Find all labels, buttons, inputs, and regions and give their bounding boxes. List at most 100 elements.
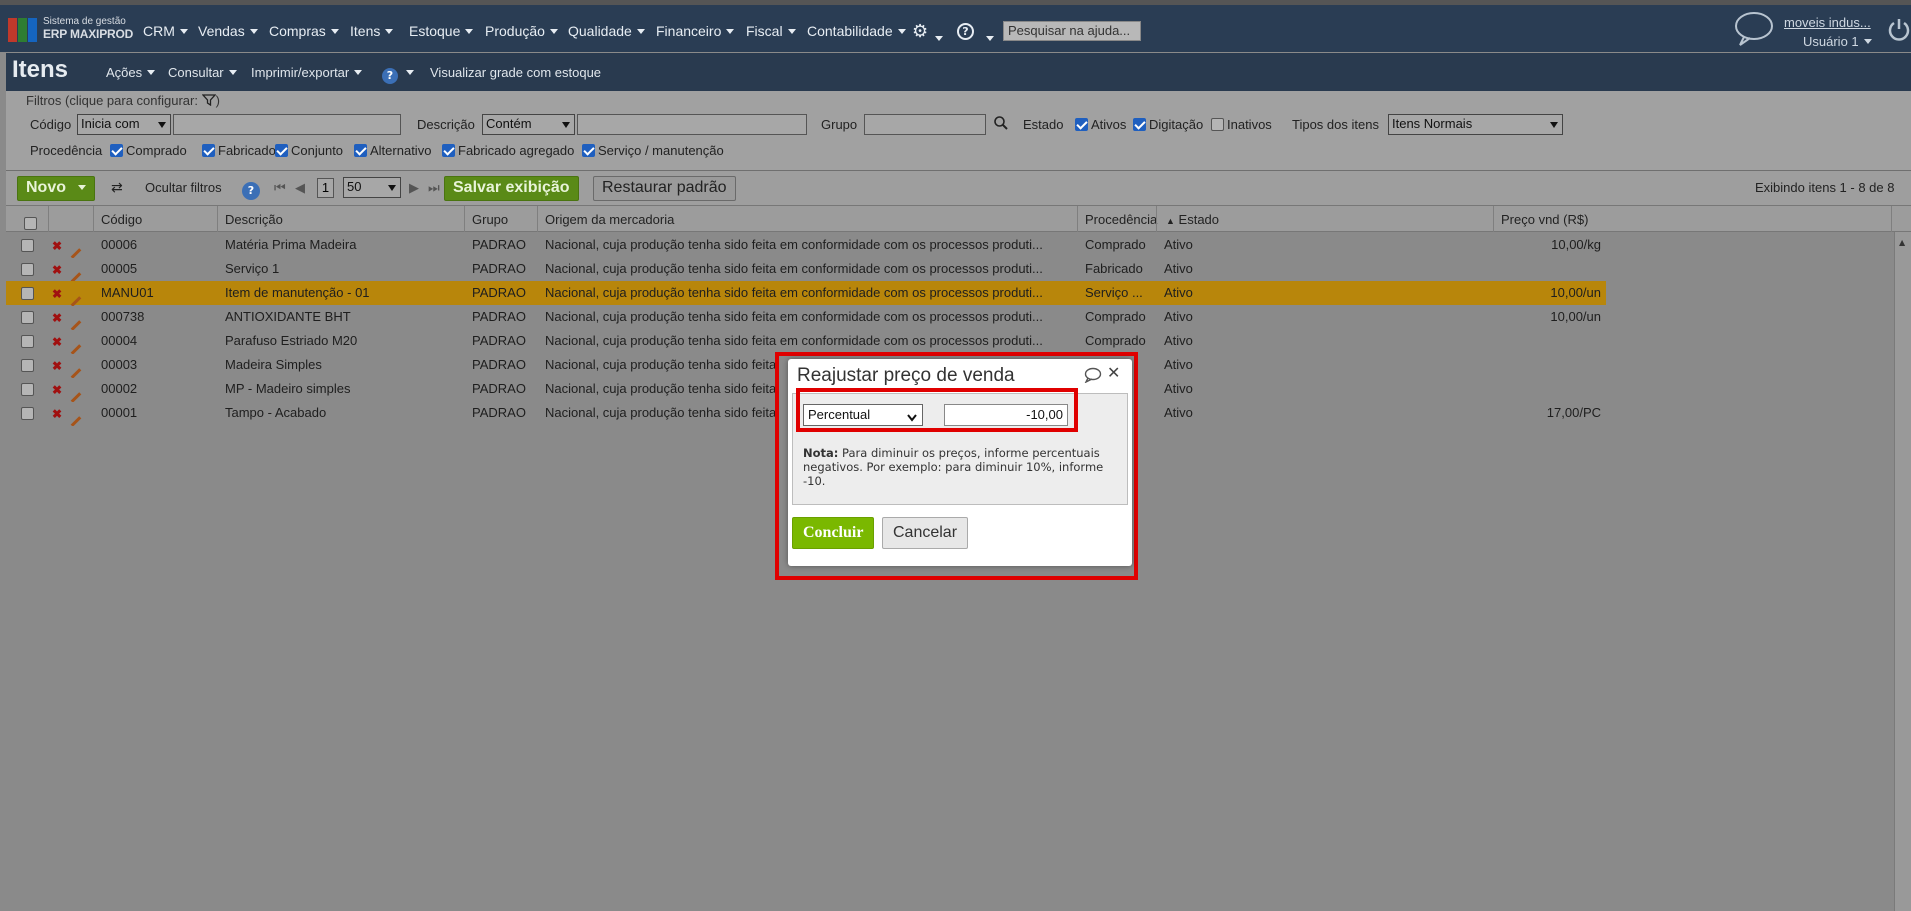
row-checkbox[interactable] bbox=[21, 334, 37, 349]
row-checkbox[interactable] bbox=[21, 382, 37, 397]
help-icon[interactable]: ? bbox=[382, 64, 398, 84]
delete-icon[interactable]: ✖ bbox=[52, 407, 62, 421]
proc-fabricado-checkbox[interactable]: Fabricado bbox=[202, 143, 276, 158]
save-view-button[interactable]: Salvar exibição bbox=[444, 176, 579, 201]
chevron-down-icon[interactable] bbox=[935, 28, 943, 47]
nav-compras[interactable]: Compras bbox=[269, 23, 339, 39]
page-size-select[interactable]: 50 bbox=[343, 177, 401, 198]
codigo-input[interactable] bbox=[173, 114, 401, 135]
nav-qualidade[interactable]: Qualidade bbox=[568, 23, 645, 39]
table-row[interactable]: ✖ 00006 Matéria Prima Madeira PADRAO Nac… bbox=[6, 233, 1606, 258]
nav-financeiro[interactable]: Financeiro bbox=[656, 23, 735, 39]
grupo-input[interactable] bbox=[864, 114, 986, 135]
nav-estoque[interactable]: Estoque bbox=[409, 23, 474, 39]
help-icon[interactable]: ? bbox=[957, 23, 974, 40]
first-page-icon[interactable]: ⏮ bbox=[274, 180, 286, 196]
proc-comprado-checkbox[interactable]: Comprado bbox=[110, 143, 187, 158]
new-button[interactable]: Novo bbox=[17, 176, 95, 201]
company-link[interactable]: moveis indus... bbox=[1784, 15, 1871, 30]
nav-crm[interactable]: CRM bbox=[143, 23, 188, 39]
gear-icon[interactable]: ⚙ bbox=[912, 21, 928, 42]
codigo-operator-select[interactable]: Inicia com bbox=[77, 114, 171, 135]
cell-origem: Nacional, cuja produção tenha sido feita bbox=[545, 381, 777, 396]
cancel-button[interactable]: Cancelar bbox=[882, 517, 969, 549]
header-procedencia[interactable]: Procedência bbox=[1085, 212, 1157, 227]
proc-conjunto-checkbox[interactable]: Conjunto bbox=[275, 143, 343, 158]
nav-itens[interactable]: Itens bbox=[350, 23, 394, 39]
select-all-checkbox[interactable] bbox=[24, 213, 40, 232]
table-row[interactable]: ✖ 00005 Serviço 1 PADRAO Nacional, cuja … bbox=[6, 257, 1606, 282]
table-row-selected[interactable]: ✖ MANU01 Item de manutenção - 01 PADRAO … bbox=[6, 281, 1606, 306]
last-page-icon[interactable]: ⏭ bbox=[428, 180, 440, 196]
comment-icon[interactable] bbox=[1084, 367, 1102, 387]
delete-icon[interactable]: ✖ bbox=[52, 287, 62, 301]
nav-fiscal[interactable]: Fiscal bbox=[746, 23, 796, 39]
nav-contabilidade[interactable]: Contabilidade bbox=[807, 23, 906, 39]
help-dropdown[interactable] bbox=[406, 65, 414, 80]
user-menu[interactable]: Usuário 1 bbox=[1803, 34, 1872, 49]
header-estado[interactable]: ▲ Estado bbox=[1166, 212, 1219, 227]
row-checkbox[interactable] bbox=[21, 310, 37, 325]
descricao-input[interactable] bbox=[577, 114, 807, 135]
row-checkbox[interactable] bbox=[21, 406, 37, 421]
hide-filters-button[interactable]: Ocultar filtros bbox=[145, 180, 222, 195]
row-checkbox[interactable] bbox=[21, 358, 37, 373]
edit-icon[interactable] bbox=[70, 315, 82, 330]
delete-icon[interactable]: ✖ bbox=[52, 359, 62, 373]
proc-servico-checkbox[interactable]: Serviço / manutenção bbox=[582, 143, 724, 158]
nav-vendas[interactable]: Vendas bbox=[198, 23, 258, 39]
proc-fabricado-agregado-checkbox[interactable]: Fabricado agregado bbox=[442, 143, 574, 158]
table-row[interactable]: ✖ 00004 Parafuso Estriado M20 PADRAO Nac… bbox=[6, 329, 1606, 354]
restore-default-button[interactable]: Restaurar padrão bbox=[593, 176, 736, 201]
edit-icon[interactable] bbox=[70, 267, 82, 282]
edit-icon[interactable] bbox=[70, 339, 82, 354]
edit-icon[interactable] bbox=[70, 291, 82, 306]
help-search-input[interactable]: Pesquisar na ajuda... bbox=[1003, 21, 1141, 41]
estado-digitacao-checkbox[interactable]: Digitação bbox=[1133, 117, 1203, 132]
power-icon[interactable] bbox=[1888, 17, 1910, 45]
filter-icon[interactable] bbox=[201, 93, 217, 108]
delete-icon[interactable]: ✖ bbox=[52, 311, 62, 325]
header-grupo[interactable]: Grupo bbox=[472, 212, 508, 227]
grid-stock-link[interactable]: Visualizar grade com estoque bbox=[430, 65, 601, 80]
header-preco[interactable]: Preço vnd (R$) bbox=[1501, 212, 1588, 227]
refresh-icon[interactable]: ⇄ bbox=[111, 180, 123, 196]
edit-icon[interactable] bbox=[70, 243, 82, 258]
close-icon[interactable]: ✕ bbox=[1107, 363, 1120, 382]
chevron-down-icon[interactable] bbox=[986, 28, 994, 47]
prev-page-icon[interactable]: ◀ bbox=[295, 180, 305, 196]
delete-icon[interactable]: ✖ bbox=[52, 239, 62, 253]
chat-icon[interactable] bbox=[1734, 11, 1774, 46]
print-export-menu[interactable]: Imprimir/exportar bbox=[251, 65, 363, 80]
header-origem[interactable]: Origem da mercadoria bbox=[545, 212, 674, 227]
page-input[interactable]: 1 bbox=[317, 178, 334, 198]
nav-producao[interactable]: Produção bbox=[485, 23, 558, 39]
delete-icon[interactable]: ✖ bbox=[52, 335, 62, 349]
delete-icon[interactable]: ✖ bbox=[52, 263, 62, 277]
search-icon[interactable] bbox=[993, 115, 1009, 135]
descricao-operator-select[interactable]: Contém bbox=[482, 114, 575, 135]
edit-icon[interactable] bbox=[70, 411, 82, 426]
filter-legend[interactable]: Filtros (clique para configurar: ) bbox=[26, 93, 220, 108]
header-descricao[interactable]: Descrição bbox=[225, 212, 283, 227]
next-page-icon[interactable]: ▶ bbox=[409, 180, 419, 196]
help-icon[interactable]: ? bbox=[242, 179, 260, 200]
row-checkbox[interactable] bbox=[21, 238, 37, 253]
consult-menu[interactable]: Consultar bbox=[168, 65, 237, 80]
actions-menu[interactable]: Ações bbox=[106, 65, 156, 80]
edit-icon[interactable] bbox=[70, 363, 82, 378]
table-row[interactable]: ✖ 000738 ANTIOXIDANTE BHT PADRAO Naciona… bbox=[6, 305, 1606, 330]
edit-icon[interactable] bbox=[70, 387, 82, 402]
proc-alternativo-checkbox[interactable]: Alternativo bbox=[354, 143, 431, 158]
delete-icon[interactable]: ✖ bbox=[52, 383, 62, 397]
header-codigo[interactable]: Código bbox=[101, 212, 142, 227]
tipos-select[interactable]: Itens Normais bbox=[1388, 114, 1563, 135]
row-checkbox[interactable] bbox=[21, 286, 37, 301]
scroll-up-icon[interactable]: ▲ bbox=[1899, 238, 1905, 247]
conclude-button[interactable]: Concluir bbox=[792, 517, 875, 549]
estado-ativos-checkbox[interactable]: Ativos bbox=[1075, 117, 1126, 132]
estado-inativos-checkbox[interactable]: Inativos bbox=[1211, 117, 1272, 132]
row-checkbox[interactable] bbox=[21, 262, 37, 277]
vertical-scrollbar[interactable]: ▲ bbox=[1894, 232, 1911, 911]
logo[interactable] bbox=[8, 18, 38, 42]
